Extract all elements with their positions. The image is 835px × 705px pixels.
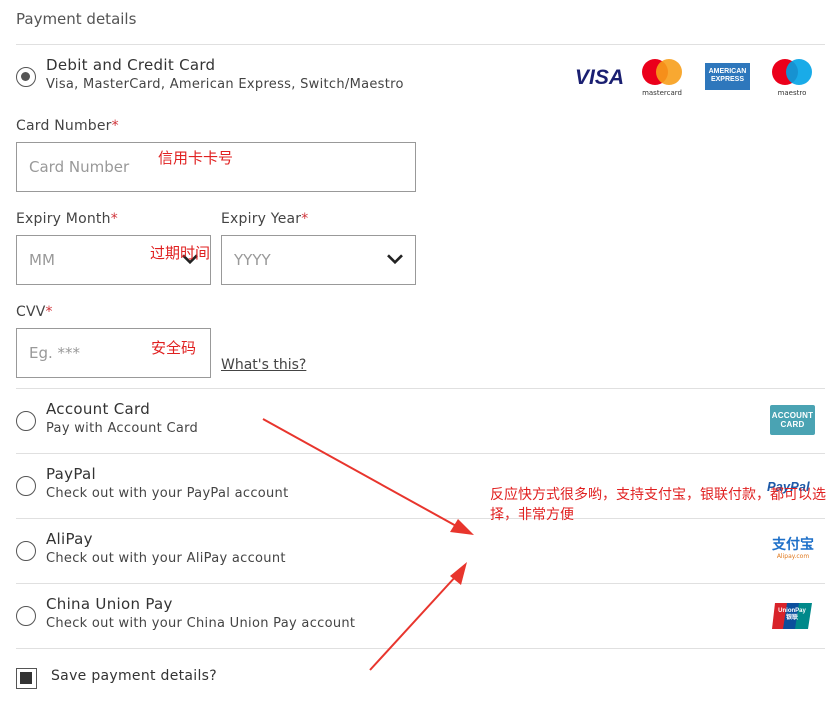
arrow-line-lower <box>369 574 458 671</box>
arrow-head-upper <box>450 519 474 535</box>
arrow-head-lower <box>450 562 467 585</box>
annotation-arrows <box>262 418 474 671</box>
arrow-line-upper <box>262 418 459 528</box>
